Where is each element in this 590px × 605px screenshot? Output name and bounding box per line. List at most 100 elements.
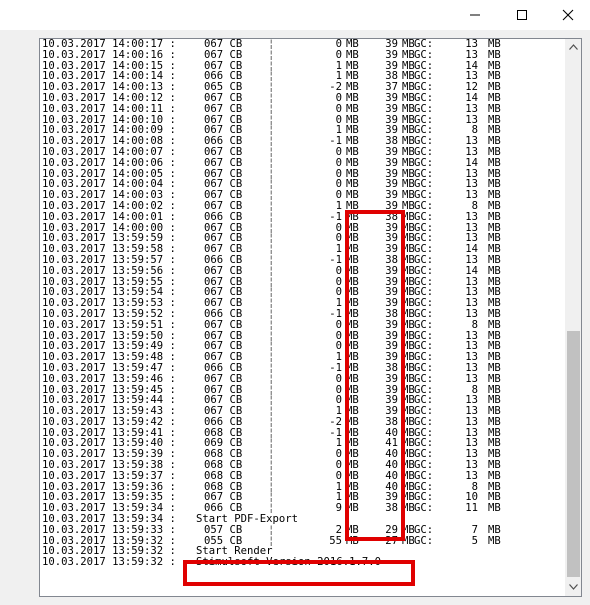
log-gc-label: GC:: [414, 318, 434, 331]
log-unit: MB: [488, 264, 501, 277]
log-delta-value: 0: [335, 383, 342, 396]
log-timestamp: 10.03.2017 13:59:56 :: [42, 264, 176, 277]
log-line: 10.03.2017 13:59:56 :067 CB ¦ 0 MB 39 MB GC: 14…: [42, 264, 564, 277]
log-unit: MB: [402, 156, 415, 169]
log-delta-value: -1: [329, 253, 342, 266]
log-delta-value: 0: [335, 156, 342, 169]
column-separator: ¦: [268, 372, 275, 385]
log-unit: MB: [488, 318, 501, 331]
log-unit: MB: [402, 102, 415, 115]
log-line: 10.03.2017 14:00:01 :066 CB ¦ -1 MB 38 MB GC: 1…: [42, 210, 564, 223]
log-unit: MB: [346, 102, 359, 115]
log-delta-value: -1: [329, 307, 342, 320]
log-unit: MB: [488, 502, 501, 515]
log-unit: MB: [402, 48, 415, 61]
log-total-value: 39: [385, 48, 398, 61]
log-gc-label: GC:: [414, 264, 434, 277]
log-total-value: 39: [385, 102, 398, 115]
log-delta-value: -2: [329, 81, 342, 94]
log-delta-value: 0: [335, 318, 342, 331]
log-delta-value: 0: [335, 469, 342, 482]
log-gc-value: 14: [465, 156, 478, 169]
log-gc-label: GC:: [414, 156, 434, 169]
log-gc-label: GC:: [414, 48, 434, 61]
log-unit: MB: [488, 372, 501, 385]
scroll-down-button[interactable]: [565, 579, 581, 596]
log-delta-value: 0: [335, 340, 342, 353]
log-delta-value: 1: [335, 491, 342, 504]
maximize-icon: [517, 10, 527, 20]
log-delta-value: -1: [329, 426, 342, 439]
log-delta-value: 0: [335, 38, 342, 50]
log-timestamp: 10.03.2017 14:00:16 :: [42, 48, 176, 61]
log-delta-value: 0: [335, 394, 342, 407]
log-gc-value: 5: [471, 534, 478, 547]
log-line: 10.03.2017 14:00:16 :067 CB ¦ 0 MB 39 MB GC: 13…: [42, 48, 564, 61]
log-delta-value: 0: [335, 91, 342, 104]
close-icon: [562, 9, 574, 21]
log-timestamp: 10.03.2017 13:59:51 :: [42, 318, 176, 331]
column-separator: ¦: [268, 102, 275, 115]
log-lines: 10.03.2017 14:00:17 :067 CB ¦ 0 MB 39 MB GC: 13…: [42, 39, 564, 568]
log-unit: MB: [488, 102, 501, 115]
log-delta-value: 0: [335, 232, 342, 245]
close-button[interactable]: [545, 0, 590, 30]
log-cb-value: 067 CB: [204, 48, 243, 61]
highlight-total-memory-column: [345, 210, 405, 541]
log-unit: MB: [346, 156, 359, 169]
log-cb-value: 067 CB: [204, 156, 243, 169]
log-delta-value: 0: [335, 102, 342, 115]
log-gc-value: 13: [465, 210, 478, 223]
column-separator: ¦: [268, 48, 275, 61]
log-timestamp: 10.03.2017 14:00:01 :: [42, 210, 176, 223]
log-cb-value: 067 CB: [204, 372, 243, 385]
log-delta-value: 0: [335, 459, 342, 472]
log-delta-value: 0: [335, 167, 342, 180]
log-line: 10.03.2017 13:59:46 :067 CB ¦ 0 MB 39 MB GC: 13…: [42, 372, 564, 385]
log-gc-value: 13: [465, 48, 478, 61]
log-timestamp: 10.03.2017 14:00:11 :: [42, 102, 176, 115]
log-cb-value: 067 CB: [204, 318, 243, 331]
log-listbox[interactable]: 10.03.2017 14:00:17 :067 CB ¦ 0 MB 39 MB GC: 13…: [39, 38, 582, 597]
log-delta-value: 0: [335, 275, 342, 288]
log-delta-value: 0: [335, 329, 342, 342]
scrollbar-thumb[interactable]: [567, 331, 580, 577]
log-delta-value: -1: [329, 135, 342, 148]
log-cb-value: 067 CB: [204, 102, 243, 115]
log-total-value: 39: [385, 156, 398, 169]
log-delta-value: 0: [335, 178, 342, 191]
log-delta-value: 0: [335, 286, 342, 299]
log-timestamp: 10.03.2017 13:59:46 :: [42, 372, 176, 385]
log-delta-value: 1: [335, 480, 342, 493]
log-delta-value: 0: [335, 372, 342, 385]
log-gc-value: 13: [465, 372, 478, 385]
maximize-button[interactable]: [499, 0, 545, 30]
log-delta-value: 0: [335, 221, 342, 234]
column-separator: ¦: [268, 318, 275, 331]
log-delta-value: 55: [329, 534, 342, 547]
log-line: 10.03.2017 13:59:51 :067 CB ¦ 0 MB 39 MB GC: 8 M…: [42, 318, 564, 331]
column-separator: ¦: [268, 210, 275, 223]
log-unit: MB: [488, 48, 501, 61]
minimize-button[interactable]: [452, 0, 498, 30]
log-delta-value: -1: [329, 210, 342, 223]
log-gc-label: GC:: [414, 210, 434, 223]
log-delta-value: 1: [335, 59, 342, 72]
minimize-icon: [470, 14, 480, 16]
log-line: 10.03.2017 14:00:11 :067 CB ¦ 0 MB 39 MB GC: 13…: [42, 102, 564, 115]
log-gc-value: 13: [465, 102, 478, 115]
log-unit: MB: [488, 156, 501, 169]
scroll-up-icon: [569, 44, 578, 50]
column-separator: ¦: [268, 264, 275, 277]
log-gc-value: 14: [465, 264, 478, 277]
log-unit: MB: [488, 210, 501, 223]
column-separator: ¦: [268, 156, 275, 169]
log-gc-label: GC:: [414, 102, 434, 115]
log-delta-value: 0: [335, 113, 342, 126]
scroll-up-button[interactable]: [565, 39, 581, 56]
log-delta-value: 0: [335, 264, 342, 277]
vertical-scrollbar[interactable]: [565, 39, 581, 596]
log-gc-label: GC:: [414, 502, 434, 515]
log-gc-value: 8: [471, 318, 478, 331]
title-bar: [0, 0, 590, 30]
